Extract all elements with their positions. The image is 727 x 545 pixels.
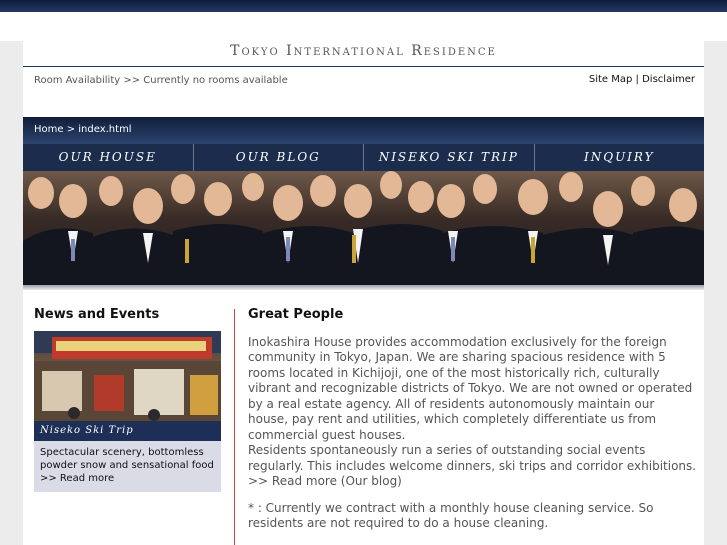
- nav-our-blog[interactable]: Our Blog: [194, 144, 364, 171]
- intro-paragraph: Inokashira House provides accommodation …: [248, 335, 698, 490]
- main-content: Great People Inokashira House provides a…: [248, 307, 698, 543]
- blog-read-more-link[interactable]: >> Read more (Our blog): [248, 474, 402, 488]
- news-item-body: Spectacular scenery, bottomless powder s…: [40, 447, 214, 471]
- breadcrumb-text[interactable]: Home > index.html: [34, 124, 132, 135]
- site-map-link[interactable]: Site Map: [589, 74, 632, 85]
- events-text: Residents spontaneously run a series of …: [248, 443, 697, 473]
- hero-shadow: [23, 285, 704, 290]
- title-divider: [23, 66, 704, 67]
- news-read-more-link[interactable]: >> Read more: [40, 473, 114, 484]
- link-separator: |: [635, 74, 639, 85]
- nav-our-house[interactable]: Our House: [23, 144, 194, 171]
- news-image-caption: Niseko Ski Trip: [34, 421, 221, 441]
- hero-group-photo: [23, 171, 704, 285]
- main-heading: Great People: [248, 307, 344, 322]
- intro-text: Inokashira House provides accommodation …: [248, 334, 693, 442]
- news-heading: News and Events: [34, 307, 160, 322]
- column-divider: [234, 309, 235, 545]
- hero-band: Home > index.html Our House Our Blog Nis…: [23, 117, 704, 285]
- group-photo-illustration: [23, 171, 704, 285]
- top-links: Site Map | Disclaimer: [589, 74, 695, 85]
- news-image[interactable]: Niseko Ski Trip: [34, 331, 221, 441]
- main-nav: Our House Our Blog Niseko Ski Trip Inqui…: [23, 144, 704, 171]
- cleaning-note: * : Currently we contract with a monthly…: [248, 500, 654, 531]
- disclaimer-link[interactable]: Disclaimer: [642, 74, 695, 85]
- nav-niseko-ski-trip[interactable]: Niseko Ski Trip: [364, 144, 535, 171]
- breadcrumb: Home > index.html: [23, 117, 704, 144]
- top-bar: [0, 0, 727, 12]
- top-strip: [0, 12, 727, 41]
- page-container: Tokyo International Residence Room Avail…: [23, 41, 704, 545]
- room-availability-status: Room Availability >> Currently no rooms …: [34, 75, 288, 86]
- news-sidebar: News and Events Niseko Ski Trip Spectacu…: [34, 307, 221, 492]
- column-divider-bg: [221, 307, 234, 545]
- news-item: Spectacular scenery, bottomless powder s…: [34, 441, 221, 492]
- nav-inquiry[interactable]: Inquiry: [535, 144, 705, 171]
- site-title: Tokyo International Residence: [230, 43, 497, 59]
